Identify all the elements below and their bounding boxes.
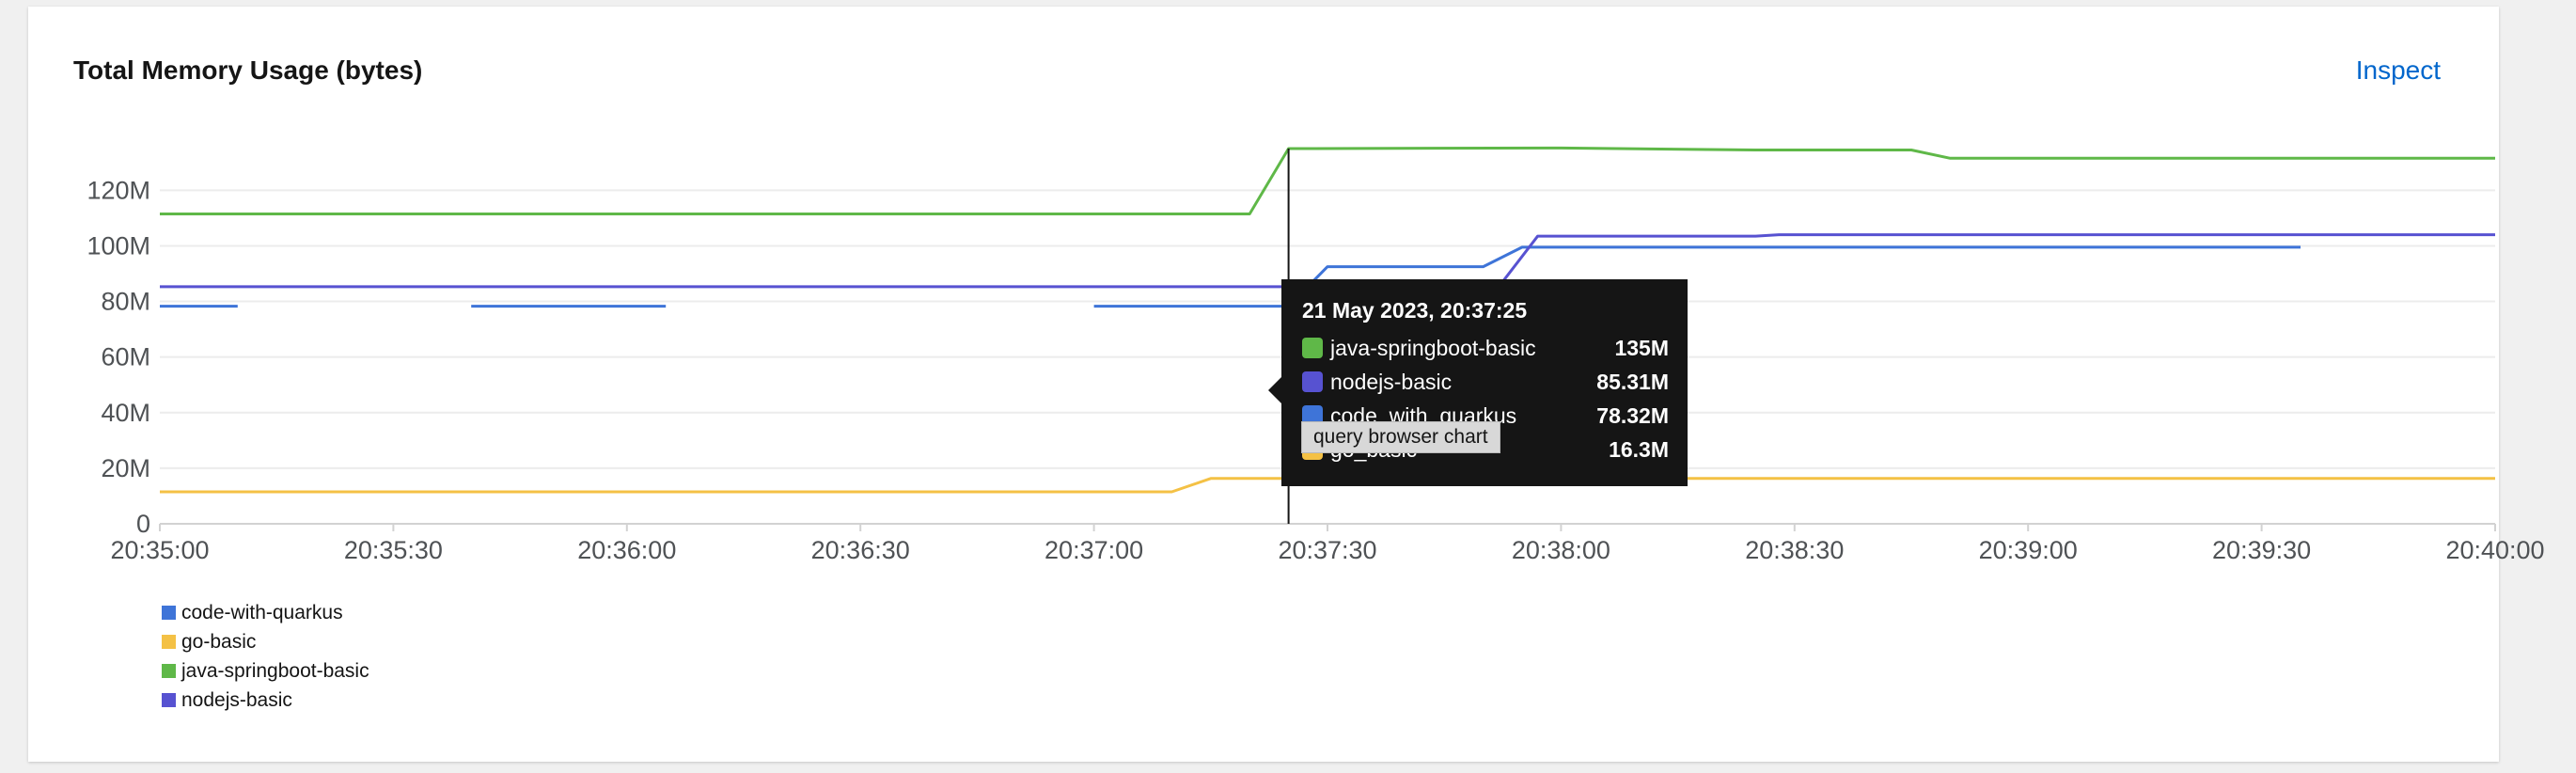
tooltip-swatch — [1302, 371, 1323, 392]
legend-item[interactable]: java-springboot-basic — [162, 656, 369, 686]
tooltip-title: 21 May 2023, 20:37:25 — [1302, 298, 1528, 323]
x-tick-label: 20:37:00 — [1045, 536, 1143, 564]
y-tick-label: 60M — [101, 343, 150, 371]
x-tick-label: 20:39:30 — [2212, 536, 2311, 564]
y-tick-label: 120M — [86, 176, 150, 204]
x-tick-label: 20:35:30 — [344, 536, 443, 564]
tooltip-row: java-springboot-basic 135M — [1302, 331, 1669, 365]
legend-item[interactable]: go-basic — [162, 627, 369, 656]
legend-swatch — [162, 635, 176, 649]
y-tick-label: 80M — [101, 288, 150, 316]
tooltip-series-name: nodejs-basic — [1330, 369, 1453, 394]
legend-label: nodejs-basic — [181, 688, 292, 711]
series-line-code-with-quarkus — [1093, 245, 2301, 308]
legend-label: go-basic — [181, 630, 257, 653]
x-tick-label: 20:36:00 — [577, 536, 676, 564]
y-tick-label: 40M — [101, 399, 150, 427]
x-tick-label: 20:38:30 — [1745, 536, 1844, 564]
series-line-java-springboot-basic — [160, 146, 2495, 215]
x-tick-label: 20:36:30 — [811, 536, 910, 564]
y-tick-label: 100M — [86, 231, 150, 260]
y-tick-label: 0 — [136, 510, 150, 538]
x-tick-label: 20:38:00 — [1512, 536, 1610, 564]
legend-item[interactable]: code-with-quarkus — [162, 598, 369, 627]
tooltip-swatch — [1302, 338, 1323, 358]
y-axis-ticks: 0 20M 40M 60M 80M 100M 120M — [86, 176, 150, 538]
legend-swatch — [162, 664, 176, 678]
tooltip-row: nodejs-basic 85.31M — [1302, 365, 1669, 399]
tooltip-arrow — [1268, 377, 1281, 403]
legend-swatch — [162, 606, 176, 620]
tooltip-series-name: java-springboot-basic — [1330, 335, 1536, 360]
tooltip-series-value: 135M — [1614, 335, 1669, 360]
legend-item[interactable]: nodejs-basic — [162, 686, 369, 715]
legend-label: java-springboot-basic — [181, 659, 369, 682]
y-tick-label: 20M — [101, 454, 150, 482]
legend-swatch — [162, 693, 176, 707]
tooltip-series-value: 85.31M — [1596, 369, 1669, 394]
x-tick-label: 20:39:00 — [1979, 536, 2078, 564]
chart-tooltip: 21 May 2023, 20:37:25 java-springboot-ba… — [1268, 279, 1688, 486]
tooltip-series-value: 78.32M — [1596, 402, 1669, 428]
legend-label: code-with-quarkus — [181, 601, 343, 623]
x-tick-label: 20:37:30 — [1278, 536, 1376, 564]
chart-legend: code-with-quarkus go-basic java-springboot… — [162, 598, 369, 715]
x-axis-ticks: 20:35:00 20:35:30 20:36:00 20:36:30 20:37:00… — [110, 524, 2545, 564]
x-tick-label: 20:40:00 — [2445, 536, 2544, 564]
tooltip-series-value: 16.3M — [1609, 436, 1669, 462]
x-tick-label: 20:35:00 — [110, 536, 209, 564]
chart-title-tooltip: query browser chart — [1301, 421, 1500, 453]
